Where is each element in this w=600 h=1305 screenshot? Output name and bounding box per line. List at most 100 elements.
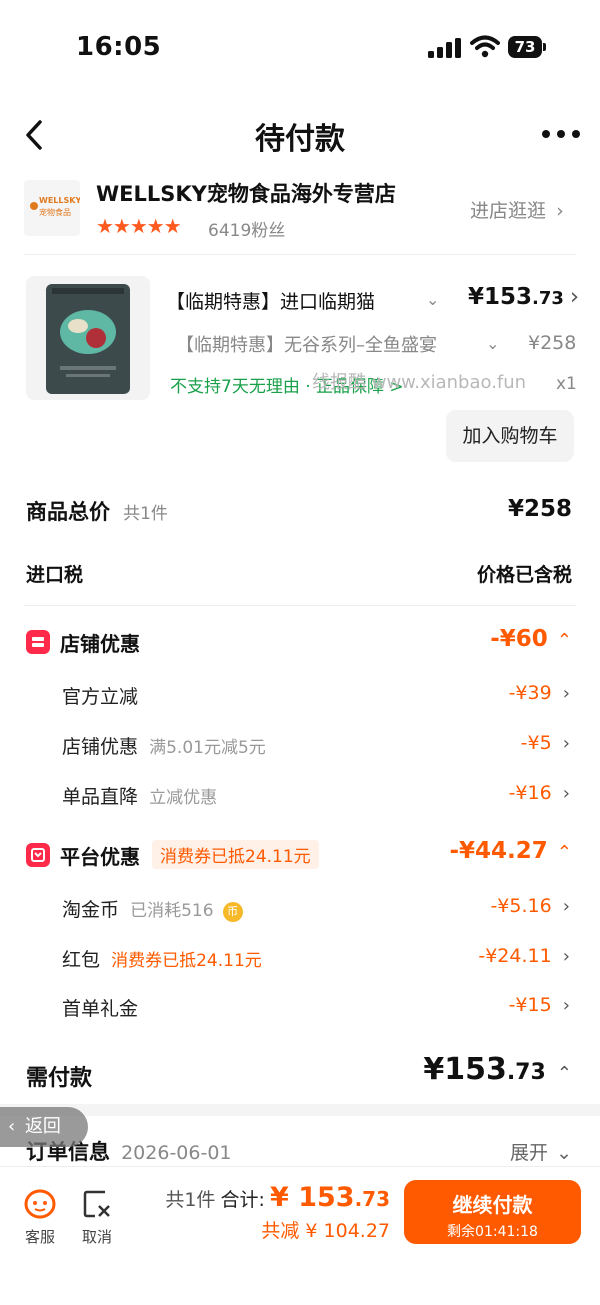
total-price-value: ¥258 <box>507 496 572 522</box>
discount-item-value: -¥16 <box>508 782 552 804</box>
import-tax-value: 价格已含税 <box>476 564 572 586</box>
discount-item[interactable]: 店铺优惠 满5.01元减5元 <box>62 732 266 759</box>
divider <box>24 254 576 255</box>
product-sku[interactable]: 【临期特惠】无谷系列–全鱼盛宴 <box>176 331 476 357</box>
discount-item[interactable]: 淘金币 已消耗516 币 <box>62 895 243 922</box>
chevron-down-icon: ⌄ <box>486 334 500 353</box>
section-separator <box>0 1104 600 1116</box>
discount-item-value: -¥5.16 <box>490 895 552 917</box>
status-time: 16:05 <box>76 32 162 62</box>
more-options-icon[interactable] <box>540 126 582 142</box>
page-title: 待付款 <box>255 122 345 157</box>
product-price-main: ¥153 <box>468 284 533 310</box>
shop-discount-total: -¥60 <box>490 626 548 652</box>
product-quantity: x1 <box>556 374 577 394</box>
expand-label: 展开 <box>510 1142 549 1164</box>
signal-icon <box>428 38 461 58</box>
shop-logo-subtext: 宠物食品 <box>39 208 71 217</box>
enter-shop-link[interactable]: 进店逛逛 › <box>470 196 564 223</box>
chevron-down-icon: ⌄ <box>556 1142 572 1164</box>
shop-fans-count: 6419粉丝 <box>208 221 286 241</box>
customer-service-button[interactable]: 客服 <box>22 1186 58 1247</box>
discount-item-value-row[interactable]: -¥24.11 › <box>478 945 570 967</box>
chevron-right-icon: › <box>562 896 570 917</box>
watermark-text: 线报酷 www.xianbao.fun <box>312 372 527 393</box>
discount-item-value: -¥39 <box>508 682 552 704</box>
bottom-total-decimal: .73 <box>354 1187 390 1211</box>
chevron-right-icon: › <box>562 783 570 804</box>
shop-logo[interactable]: WELLSKY 宠物食品 <box>24 180 80 236</box>
payable-amount-main: ¥153 <box>423 1052 507 1087</box>
order-info-expand[interactable]: 展开 ⌄ <box>510 1138 572 1165</box>
wifi-icon <box>470 35 500 58</box>
shop-discount-toggle[interactable]: -¥60 ⌃ <box>490 626 572 652</box>
chevron-right-icon: › <box>569 284 580 310</box>
chevron-down-icon: ⌄ <box>426 290 440 309</box>
payable-amount-decimal: .73 <box>506 1060 546 1085</box>
discount-item-value-row[interactable]: -¥15 › <box>509 994 570 1016</box>
bottom-total: 共1件 合计: ¥ 153.73 <box>165 1182 390 1213</box>
discount-item-value-row[interactable]: -¥16 › <box>509 782 570 804</box>
bottom-item-count: 共1件 <box>165 1189 216 1211</box>
original-price: ¥258 <box>528 332 577 354</box>
discount-item[interactable]: 单品直降 立减优惠 <box>62 782 217 809</box>
product-price[interactable]: ¥153.73 › <box>468 284 579 310</box>
payable-label: 需付款 <box>26 1066 93 1091</box>
battery-indicator: 73 <box>508 36 542 58</box>
bottom-total-label: 合计: <box>220 1189 265 1211</box>
product-image[interactable] <box>26 276 150 400</box>
platform-discount-label: 平台优惠 <box>60 845 140 869</box>
chevron-right-icon: › <box>562 733 570 754</box>
shop-logo-text: WELLSKY <box>39 196 80 205</box>
item-count: 共1件 <box>123 504 168 524</box>
shop-rating-stars: ★★★★★ <box>96 214 182 238</box>
enter-shop-label: 进店逛逛 <box>470 200 547 222</box>
floating-back-label: 返回 <box>24 1116 61 1137</box>
discount-item-note: 消费券已抵24.11元 <box>111 951 262 971</box>
discount-item-value: -¥24.11 <box>478 945 552 967</box>
discount-item[interactable]: 红包 消费券已抵24.11元 <box>62 945 262 972</box>
discount-item-value: -¥15 <box>508 994 552 1016</box>
chevron-right-icon: › <box>562 683 570 704</box>
gold-coin-icon: 币 <box>222 901 243 922</box>
discount-item[interactable]: 首单礼金 <box>62 994 138 1021</box>
discount-item-label: 官方立减 <box>62 686 139 708</box>
continue-payment-button[interactable]: 继续付款 剩余01:41:18 <box>404 1180 581 1244</box>
product-bag-illustration <box>46 284 130 394</box>
divider <box>24 605 576 606</box>
chevron-up-icon: ⌃ <box>556 630 572 651</box>
discount-item-label: 单品直降 <box>62 786 139 808</box>
product-price-decimal: .73 <box>532 288 564 309</box>
floating-back-button[interactable]: ‹ 返回 <box>0 1107 88 1147</box>
product-title[interactable]: 【临期特惠】进口临期猫 <box>166 287 426 314</box>
platform-discount-toggle[interactable]: -¥44.27 ⌃ <box>450 838 573 864</box>
shop-name[interactable]: WELLSKY宠物食品海外专营店 <box>96 178 396 208</box>
platform-coupon-icon <box>26 843 50 867</box>
shop-coupon-icon <box>26 630 50 654</box>
discount-item-note: 立减优惠 <box>149 788 218 808</box>
order-date: 2026-06-01 <box>121 1142 232 1164</box>
platform-discount-tag: 消费券已抵24.11元 <box>152 840 319 869</box>
customer-service-icon <box>24 1189 56 1219</box>
discount-item-value-row[interactable]: -¥5.16 › <box>490 895 570 917</box>
discount-item[interactable]: 官方立减 <box>62 682 138 709</box>
bottom-total-main: ¥ 153 <box>270 1182 355 1213</box>
discount-item-value: -¥5 <box>520 732 552 754</box>
discount-item-label: 红包 <box>62 949 101 971</box>
discount-item-value-row[interactable]: -¥5 › <box>521 732 570 754</box>
cancel-order-label: 取消 <box>81 1228 112 1246</box>
discount-item-note: 满5.01元减5元 <box>149 738 266 758</box>
shop-discount-label: 店铺优惠 <box>60 632 140 656</box>
discount-item-value-row[interactable]: -¥39 › <box>509 682 570 704</box>
cancel-order-button[interactable]: 取消 <box>80 1188 114 1247</box>
payable-toggle[interactable]: ¥153.73 ⌃ <box>423 1052 572 1087</box>
discount-item-label: 店铺优惠 <box>62 736 139 758</box>
chevron-up-icon: ⌃ <box>556 842 572 863</box>
add-to-cart-button[interactable]: 加入购物车 <box>446 410 574 462</box>
chevron-right-icon: › <box>562 946 570 967</box>
platform-discount-total: -¥44.27 <box>449 838 548 864</box>
payment-countdown: 剩余01:41:18 <box>447 1224 538 1240</box>
chevron-up-icon: ⌃ <box>556 1063 572 1084</box>
chevron-right-icon: › <box>562 995 570 1016</box>
total-price-row: 商品总价 共1件 <box>26 496 168 526</box>
